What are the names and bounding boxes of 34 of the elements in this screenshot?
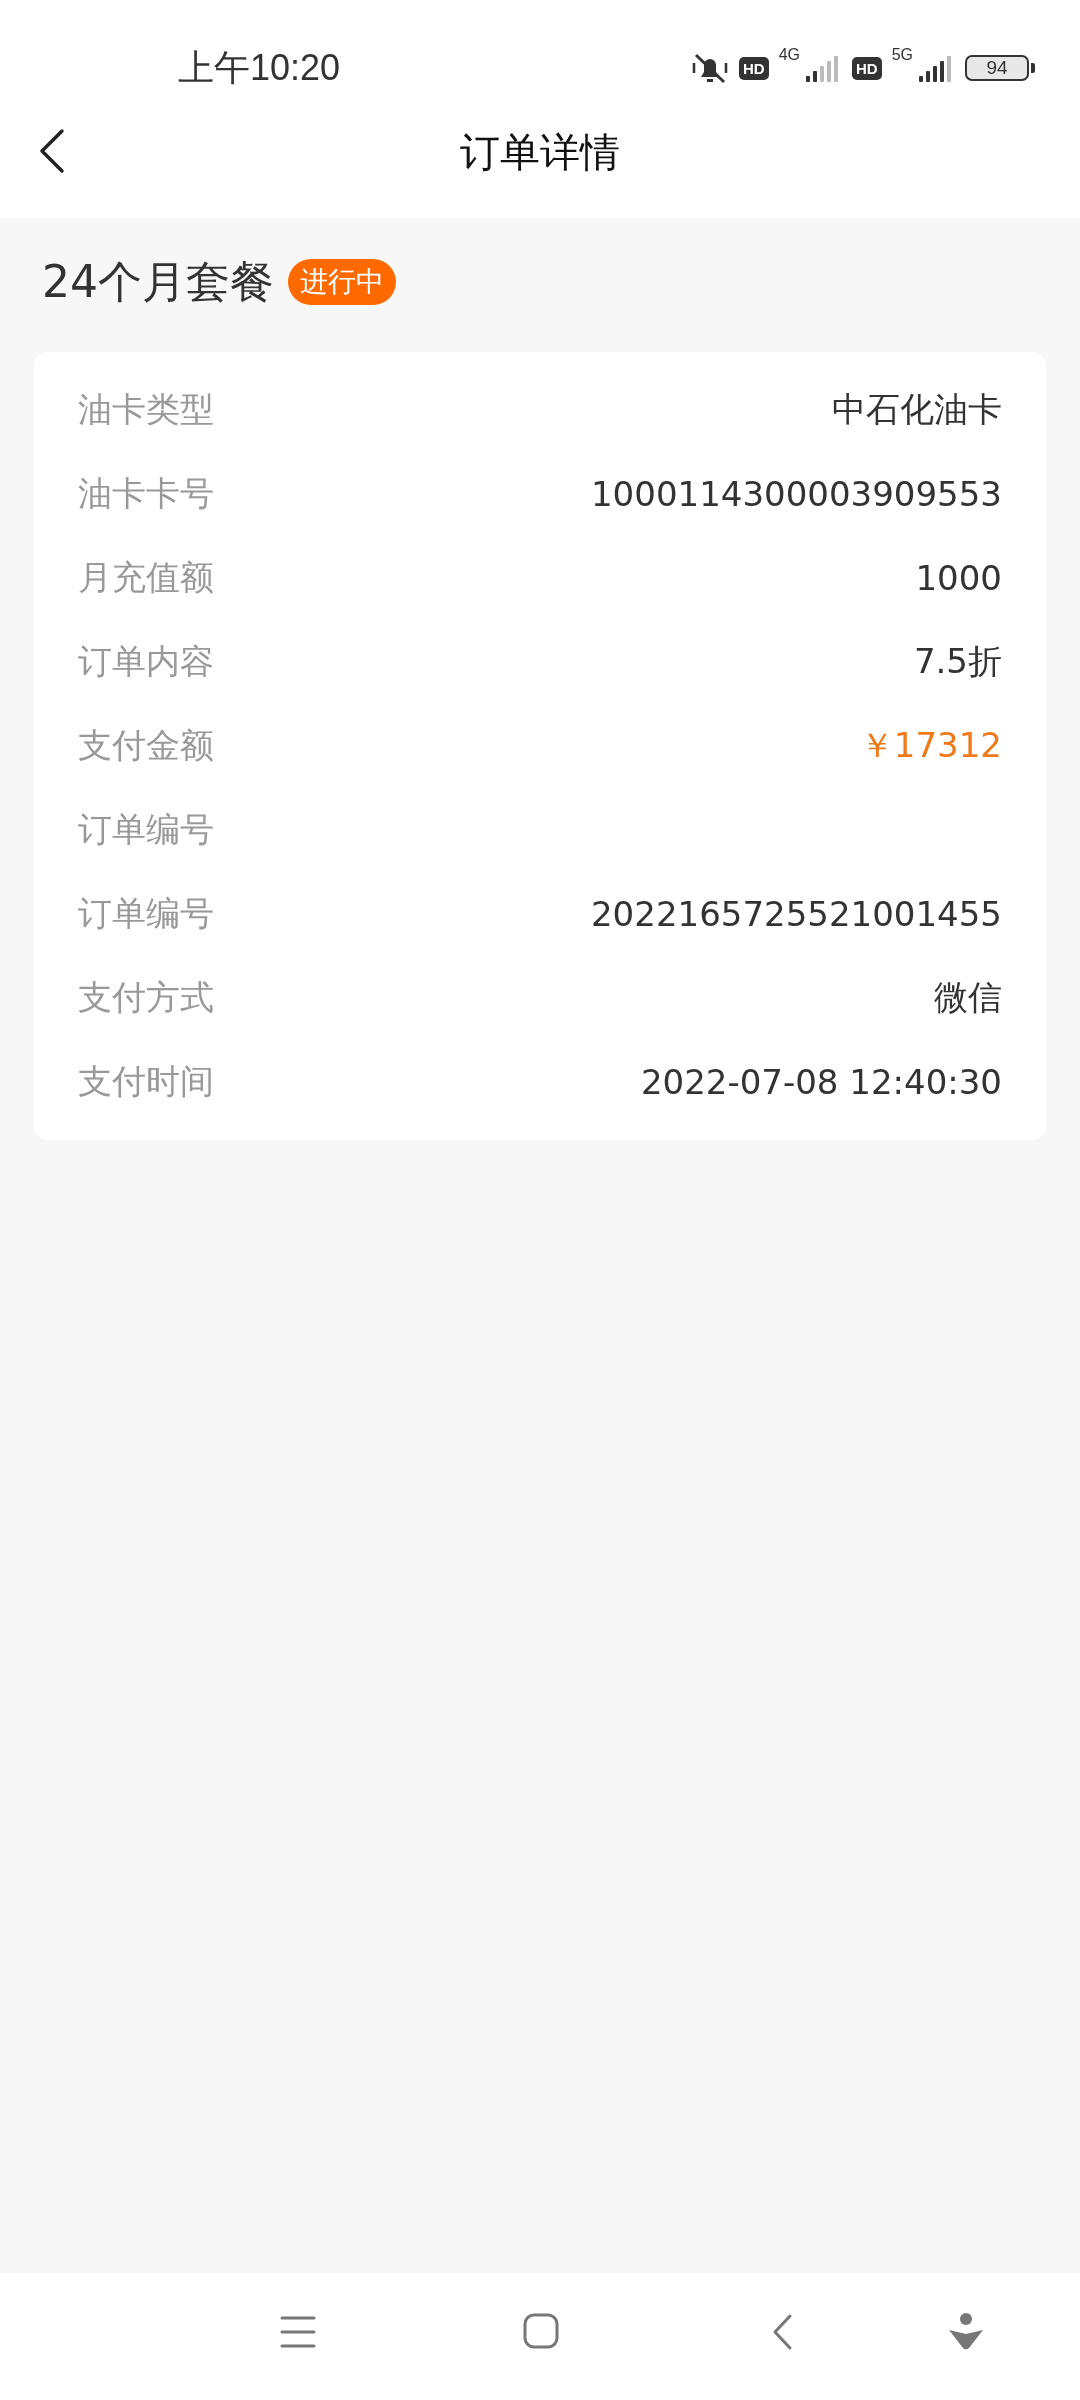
field-value: 7.5折	[913, 640, 1002, 683]
back-nav-button[interactable]	[772, 2313, 794, 2351]
square-icon	[523, 2313, 559, 2351]
field-label: 订单编号	[78, 892, 214, 935]
field-value: 2022165725521001455	[591, 894, 1002, 934]
status-time: 上午10:20	[178, 45, 342, 90]
field-label: 订单内容	[78, 640, 214, 683]
mute-bell-icon	[690, 51, 729, 85]
person-icon	[948, 2313, 984, 2351]
battery-level: 94	[965, 55, 1029, 81]
hd-badge: HD	[852, 56, 882, 80]
status-badge: 进行中	[288, 259, 396, 305]
back-icon	[38, 128, 66, 174]
field-value: 中石化油卡	[832, 388, 1002, 431]
amount-value: ￥17312	[859, 724, 1002, 767]
home-button[interactable]	[523, 2313, 559, 2351]
network-label: 5G	[891, 46, 913, 64]
hd-badge: HD	[738, 56, 769, 80]
field-value: 2022-07-08 12:40:30	[640, 1062, 1002, 1102]
package-name: 24个月套餐	[42, 254, 274, 309]
field-value: 1000	[915, 558, 1002, 598]
assistant-button[interactable]	[948, 2313, 984, 2351]
back-icon	[772, 2313, 794, 2351]
field-value: 1000114300003909553	[591, 474, 1002, 514]
field-value: 微信	[934, 976, 1002, 1019]
network-label: 4G	[778, 46, 800, 64]
page-title: 订单详情	[460, 127, 620, 177]
field-label: 支付时间	[78, 1060, 214, 1103]
field-label: 支付金额	[78, 724, 214, 767]
field-label: 油卡类型	[78, 388, 214, 431]
field-label: 支付方式	[78, 976, 214, 1019]
field-label: 月充值额	[78, 556, 214, 599]
field-label: 订单编号	[78, 808, 214, 851]
field-label: 油卡卡号	[78, 472, 214, 515]
